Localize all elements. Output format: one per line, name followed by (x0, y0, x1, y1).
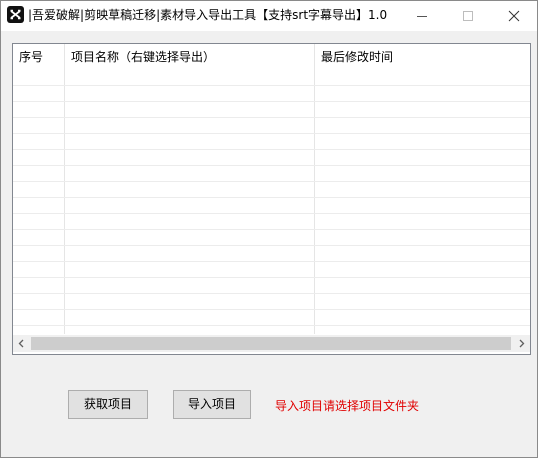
scroll-left-button[interactable] (13, 335, 30, 352)
column-divider[interactable] (64, 44, 65, 334)
column-header-index[interactable]: 序号 (13, 44, 65, 70)
grid-line (13, 213, 530, 214)
list-header: 序号 项目名称（右键选择导出） 最后修改时间 (13, 44, 530, 70)
column-divider[interactable] (314, 44, 315, 334)
grid-line (13, 165, 530, 166)
import-hint-text: 导入项目请选择项目文件夹 (275, 399, 420, 413)
grid-line (13, 101, 530, 102)
column-header-project-name[interactable]: 项目名称（右键选择导出） (65, 44, 315, 70)
scroll-right-button[interactable] (513, 335, 530, 352)
grid-line (13, 133, 530, 134)
window-title: |吾爱破解|剪映草稿迁移|素材导入导出工具【支持srt字幕导出】1.0 (28, 8, 388, 22)
scroll-thumb[interactable] (31, 337, 511, 350)
grid-line (13, 325, 530, 326)
maximize-button[interactable] (445, 1, 491, 30)
grid-line (13, 245, 530, 246)
minimize-button[interactable] (399, 1, 445, 30)
app-window: |吾爱破解|剪映草稿迁移|素材导入导出工具【支持srt字幕导出】1.0 序号 项… (0, 0, 538, 458)
grid-line (13, 309, 530, 310)
import-project-button[interactable]: 导入项目 (173, 390, 251, 419)
grid-line (13, 229, 530, 230)
capcut-logo-icon (7, 6, 24, 23)
maximize-icon (463, 11, 473, 21)
horizontal-scrollbar[interactable] (13, 335, 530, 352)
fetch-projects-button[interactable]: 获取项目 (68, 390, 148, 419)
chevron-right-icon (519, 339, 525, 348)
chevron-left-icon (18, 339, 24, 348)
title-bar[interactable]: |吾爱破解|剪映草稿迁移|素材导入导出工具【支持srt字幕导出】1.0 (1, 1, 537, 31)
grid-line (13, 293, 530, 294)
grid-line (13, 117, 530, 118)
grid-line (13, 181, 530, 182)
project-list[interactable]: 序号 项目名称（右键选择导出） 最后修改时间 (12, 43, 531, 355)
column-header-last-modified[interactable]: 最后修改时间 (315, 44, 530, 70)
grid-line (13, 149, 530, 150)
minimize-icon (417, 16, 427, 17)
grid-line (13, 85, 530, 86)
grid-line (13, 197, 530, 198)
grid-line (13, 277, 530, 278)
close-button[interactable] (491, 1, 537, 30)
grid-line (13, 261, 530, 262)
close-icon (508, 10, 520, 22)
